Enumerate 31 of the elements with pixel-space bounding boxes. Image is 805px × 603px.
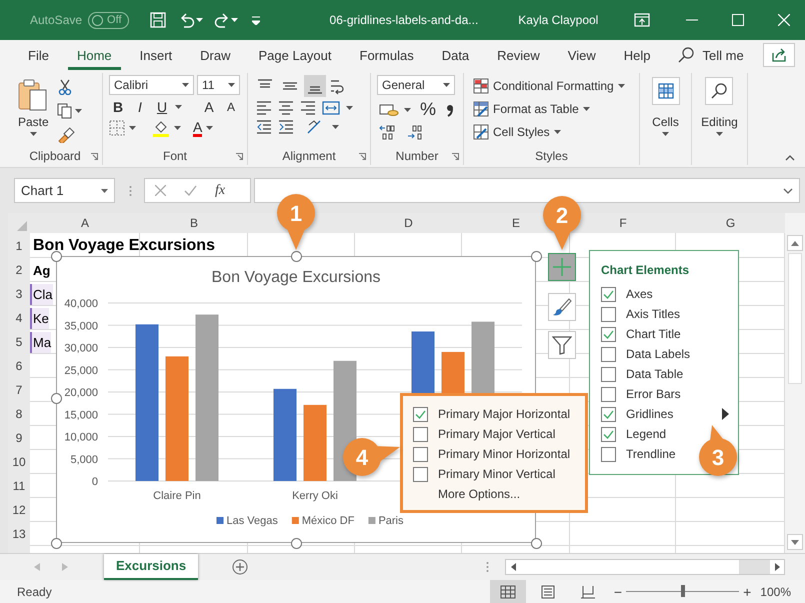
group-label: Font [162,149,187,163]
axis-label: 20,000 [64,387,98,399]
axis-label: 25,000 [64,364,98,377]
cell-text: Cla [30,284,53,304]
category-label: Claire Pin [153,490,201,502]
cell-text: Ma [30,332,52,352]
chart-title: Bon Voyage Excursions [212,269,380,286]
status-text: Ready [17,584,52,598]
legend-label: Las Vegas [226,515,278,527]
axis-label: 30,000 [64,342,98,354]
group-label: Number [396,149,438,163]
panel-title: Chart Elements [601,263,690,277]
cell-text: Bon Voyage Excursions [33,236,215,254]
legend-label: Paris [378,515,404,527]
autosave-label: AutoSave [30,13,82,27]
axis-label: 35,000 [64,320,98,332]
cell-text: Ke [30,308,49,328]
group-label: Styles [535,149,568,163]
category-label: Kerry Oki [292,490,338,502]
zoom-level: 100% [760,584,791,598]
legend-label: México DF [302,515,355,527]
group-label: Clipboard [29,149,81,163]
axis-label: 10,000 [64,432,98,444]
axis-label: 40,000 [64,298,98,310]
cell-text: Ag [33,262,50,278]
file-name: 06-gridlines-labels-and-da... [330,13,478,27]
user-name: Kayla Claypool [518,13,598,27]
axis-label: 15,000 [64,409,98,422]
axis-label: 5,000 [70,454,98,466]
axis-label: 0 [92,476,98,488]
group-label: Alignment [282,149,336,163]
